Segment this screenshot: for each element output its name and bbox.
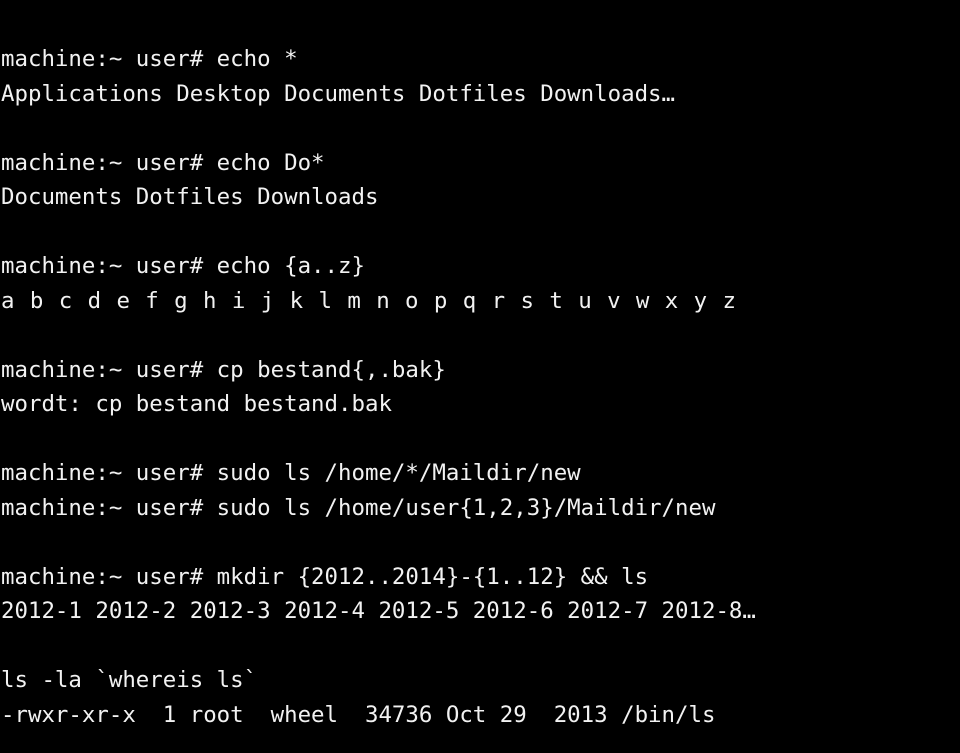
terminal-output-line: -rwxr-xr-x 1 root wheel 34736 Oct 29 201… bbox=[1, 701, 716, 728]
terminal-command-line: machine:~ user# echo Do* bbox=[1, 149, 325, 176]
terminal-output-line: a b c d e f g h i j k l m n o p q r s t … bbox=[1, 287, 737, 314]
terminal-output-line: wordt: cp bestand bestand.bak bbox=[1, 391, 392, 417]
terminal-command-line: machine:~ user# mkdir {2012..2014}-{1..1… bbox=[1, 563, 649, 590]
terminal-command-line: machine:~ user# sudo ls /home/user{1,2,3… bbox=[1, 494, 716, 521]
terminal-output-line: Documents Dotfiles Downloads bbox=[1, 184, 379, 210]
terminal-command-line: machine:~ user# echo * bbox=[1, 46, 298, 72]
terminal-output-line: Applications Desktop Documents Dotfiles … bbox=[1, 80, 676, 107]
terminal-window[interactable]: machine:~ user# echo * Applications Deskt… bbox=[0, 0, 960, 753]
terminal-command-line: machine:~ user# sudo ls /home/*/Maildir/… bbox=[1, 460, 581, 486]
terminal-output-line: 2012-1 2012-2 2012-3 2012-4 2012-5 2012-… bbox=[1, 598, 756, 624]
terminal-command-line: machine:~ user# echo {a..z} bbox=[1, 253, 365, 279]
terminal-command-line: ls -la `whereis ls` bbox=[1, 667, 258, 693]
terminal-command-line: machine:~ user# cp bestand{,.bak} bbox=[1, 356, 446, 383]
